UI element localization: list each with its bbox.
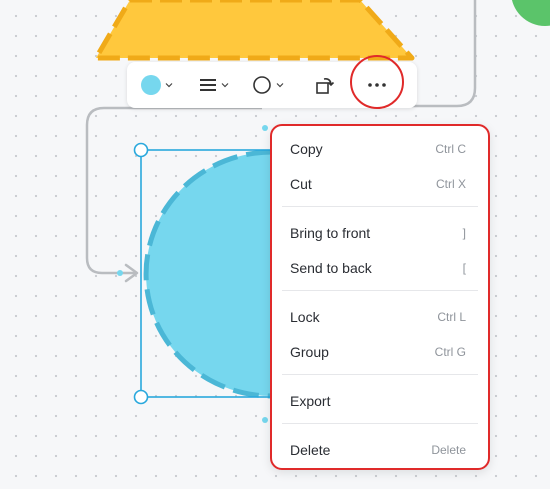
green-node[interactable]	[511, 0, 550, 26]
fill-color-tool[interactable]	[141, 62, 173, 108]
more-icon	[368, 83, 386, 87]
menu-item-lock[interactable]: Lock Ctrl L	[280, 300, 480, 334]
line-style-icon	[200, 79, 216, 91]
menu-item-group[interactable]: Group Ctrl G	[280, 335, 480, 369]
menu-divider	[282, 290, 478, 291]
connection-point[interactable]	[262, 417, 268, 423]
menu-item-label: Export	[290, 393, 331, 409]
resize-handle-bottom-left[interactable]	[133, 389, 149, 405]
replace-shape-tool[interactable]	[315, 62, 335, 108]
menu-item-delete[interactable]: Delete Delete	[280, 433, 480, 467]
menu-item-copy[interactable]: Copy Ctrl C	[280, 132, 480, 166]
menu-item-export[interactable]: Export	[280, 384, 480, 418]
shape-tool[interactable]	[252, 62, 284, 108]
menu-item-label: Delete	[290, 442, 331, 458]
line-style-tool[interactable]	[199, 62, 229, 108]
circle-shape[interactable]	[146, 152, 272, 396]
menu-item-shortcut: Ctrl X	[436, 177, 466, 191]
menu-item-shortcut: Ctrl G	[434, 345, 466, 359]
chevron-down-icon	[221, 83, 229, 88]
menu-item-shortcut: Ctrl L	[437, 310, 466, 324]
menu-item-shortcut: Delete	[431, 443, 466, 457]
menu-item-label: Cut	[290, 176, 312, 192]
menu-item-shortcut: ]	[462, 226, 466, 240]
circle-shape-icon	[253, 76, 271, 94]
menu-item-bring-to-front[interactable]: Bring to front ]	[280, 216, 480, 250]
resize-handle-top-left[interactable]	[133, 142, 149, 158]
menu-item-send-to-back[interactable]: Send to back [	[280, 251, 480, 285]
menu-item-cut[interactable]: Cut Ctrl X	[280, 167, 480, 201]
menu-item-shortcut: [	[462, 261, 466, 275]
fill-color-swatch	[141, 75, 161, 95]
chevron-down-icon	[276, 83, 284, 88]
more-options-button[interactable]	[363, 62, 391, 108]
menu-item-label: Bring to front	[290, 225, 371, 241]
connector-line[interactable]	[410, 0, 477, 108]
menu-item-shortcut: Ctrl C	[435, 142, 466, 156]
trapezoid-shape[interactable]	[93, 0, 415, 61]
menu-divider	[282, 423, 478, 424]
menu-item-label: Group	[290, 344, 329, 360]
chevron-down-icon	[165, 83, 173, 88]
shape-toolbar	[127, 62, 417, 108]
menu-item-label: Send to back	[290, 260, 372, 276]
menu-item-label: Copy	[290, 141, 323, 157]
menu-item-label: Lock	[290, 309, 320, 325]
context-menu: Copy Ctrl C Cut Ctrl X Bring to front ] …	[270, 124, 490, 470]
menu-divider	[282, 374, 478, 375]
menu-divider	[282, 206, 478, 207]
connection-point[interactable]	[262, 125, 268, 131]
rotate-box-icon	[316, 78, 335, 94]
connection-point[interactable]	[117, 270, 123, 276]
